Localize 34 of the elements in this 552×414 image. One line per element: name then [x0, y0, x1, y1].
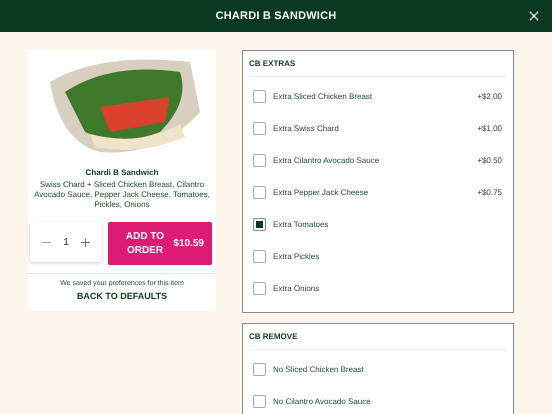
back-to-defaults-link[interactable]: BACK TO DEFAULTS — [76, 291, 168, 301]
checkbox[interactable] — [253, 250, 266, 262]
option-label: No Cilantro Avocado Sauce — [273, 396, 372, 406]
add-label: ADD TO ORDER — [124, 230, 166, 258]
close-icon[interactable] — [529, 11, 539, 21]
price-label: $10.59 — [173, 238, 204, 249]
item-name: Chardi B Sandwich — [86, 168, 158, 177]
option-label: Extra Pickles — [273, 252, 320, 260]
group-title: CB REMOVE — [249, 324, 507, 350]
group-title: CB EXTRAS — [249, 51, 507, 77]
option-label: Extra Swiss Chard — [273, 124, 340, 132]
option-label: Extra Sliced Chicken Breast — [273, 92, 374, 100]
checkbox[interactable] — [253, 186, 266, 198]
dialog-title: CHARDI B SANDWICH — [216, 10, 336, 22]
quantity-value: 1 — [63, 236, 69, 248]
plus-icon[interactable] — [80, 238, 90, 246]
checkbox[interactable] — [253, 394, 266, 408]
checkbox[interactable] — [253, 154, 266, 166]
quantity-stepper[interactable]: 1 — [30, 222, 102, 262]
option-price: +$2.00 — [477, 92, 502, 100]
option-price: +$1.00 — [477, 124, 502, 132]
checkbox[interactable] — [253, 362, 266, 376]
checkbox[interactable] — [253, 90, 266, 102]
item-description: Swiss Chard + Sliced Chicken Breast, Cilantro Avocado Sauce, Pepper Jack Cheese, Tomatoes, Pickles, Onions — [34, 180, 210, 210]
option-label: Extra Pepper Jack Cheese — [273, 188, 370, 196]
checkbox[interactable] — [253, 218, 266, 230]
option-label: Extra Cilantro Avocado Sauce — [273, 156, 380, 164]
checkbox[interactable] — [253, 282, 266, 294]
option-label: Extra Tomatoes — [273, 220, 330, 228]
checkbox[interactable] — [253, 122, 266, 134]
option-label: Extra Onions — [273, 284, 320, 292]
option-price: +$0.50 — [477, 156, 502, 164]
option-price: +$0.75 — [477, 188, 502, 196]
option-label: No Sliced Chicken Breast — [273, 364, 365, 374]
